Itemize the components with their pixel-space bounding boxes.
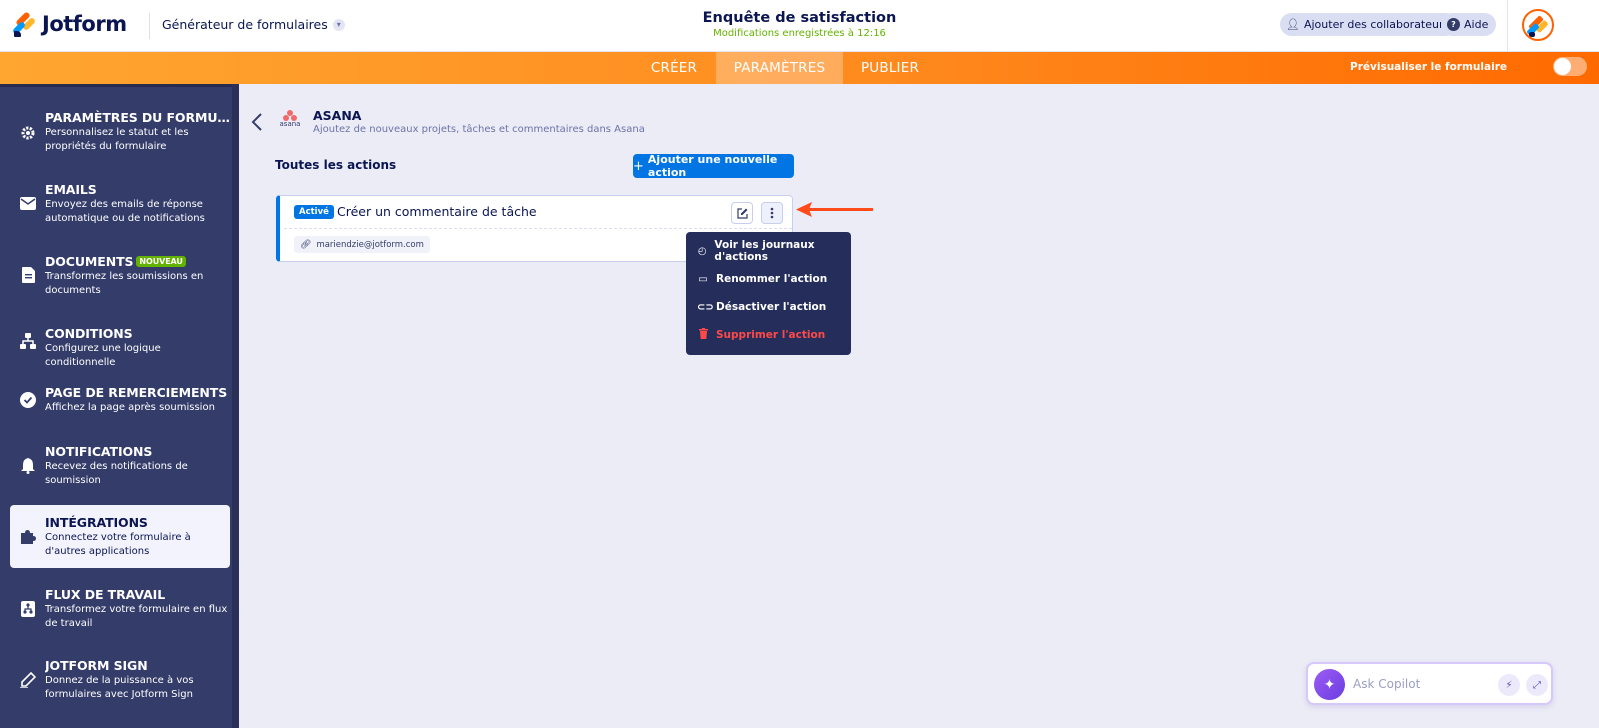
- trash-icon: [697, 328, 709, 342]
- avatar[interactable]: [1522, 9, 1554, 41]
- rename-icon: ▭: [698, 273, 708, 285]
- builder-nav: CRÉER PARAMÈTRES PUBLIER Prévisualiser l…: [0, 52, 1599, 84]
- tab-publish[interactable]: PUBLIER: [843, 52, 937, 84]
- asana-logo: asana: [277, 110, 303, 132]
- sidebar-item-desc: Donnez de la puissance à vos formulaires…: [45, 675, 194, 700]
- link-icon: 🔗︎: [300, 239, 312, 250]
- kebab-menu-icon: [770, 207, 774, 219]
- sparkle-icon: ✦: [1314, 669, 1345, 700]
- sidebar-item-desc: Affichez la page après soumission: [45, 402, 215, 413]
- user-icon: 👤︎: [1286, 18, 1300, 31]
- expand-icon[interactable]: ⤢: [1526, 674, 1548, 696]
- menu-item-rename[interactable]: ▭ Renommer l'action: [686, 265, 851, 293]
- account-chip: 🔗︎ mariendzie@jotform.com: [294, 236, 430, 253]
- add-collaborators-label: Ajouter des collaborateurs: [1303, 18, 1450, 31]
- sidebar-item-form-settings[interactable]: PARAMÈTRES DU FORMULAI... Personnalisez …: [10, 102, 231, 160]
- sidebar-item-integrations[interactable]: INTÉGRATIONS Connectez votre formulaire …: [10, 505, 230, 568]
- copilot-input[interactable]: Ask Copilot: [1353, 677, 1420, 691]
- divider: [284, 228, 792, 229]
- help-label: Aide: [1464, 18, 1489, 31]
- action-title: Créer un commentaire de tâche: [337, 204, 537, 219]
- sidebar-item-title: FLUX DE TRAVAIL: [45, 587, 166, 602]
- add-collaborators-button[interactable]: 👤︎ Ajouter des collaborateurs: [1280, 13, 1458, 36]
- sidebar-item-desc: Personnalisez le statut et les propriété…: [45, 127, 189, 152]
- integration-name: ASANA: [313, 108, 362, 123]
- sidebar-item-documents[interactable]: DOCUMENTS NOUVEAU Transformez les soumiss…: [10, 246, 230, 304]
- sidebar-item-title: EMAILS: [45, 182, 97, 197]
- menu-item-label: Désactiver l'action: [716, 301, 827, 313]
- puzzle-icon: [19, 528, 37, 546]
- sidebar-item-jotform-sign[interactable]: JOTFORM SIGN Donnez de la puissance à vo…: [10, 650, 230, 708]
- sidebar-item-thank-you[interactable]: PAGE DE REMERCIEMENTS Affichez la page a…: [10, 377, 230, 421]
- sidebar-item-desc: Transformez votre formulaire en flux de …: [45, 604, 228, 629]
- check-circle-icon: [19, 391, 37, 409]
- action-context-menu: ◴ Voir les journaux d'actions ▭ Renommer…: [686, 232, 851, 355]
- tab-settings[interactable]: PARAMÈTRES: [716, 52, 843, 84]
- sidebar-item-desc: Recevez des notifications de soumission: [45, 461, 188, 486]
- gear-icon: [19, 124, 37, 142]
- sidebar-item-title: PARAMÈTRES DU FORMULAI...: [45, 110, 231, 125]
- sidebar-scrollbar[interactable]: [232, 84, 239, 728]
- sidebar-item-title: DOCUMENTS: [45, 254, 134, 269]
- sidebar-item-desc: Connectez votre formulaire à d'autres ap…: [45, 532, 191, 557]
- document-icon: [19, 266, 37, 284]
- plus-icon: +: [633, 158, 644, 174]
- sidebar-item-desc: Envoyez des emails de réponse automatiqu…: [45, 199, 205, 224]
- account-email: mariendzie@jotform.com: [316, 239, 424, 250]
- menu-item-delete[interactable]: Supprimer l'action: [686, 321, 851, 349]
- sidebar-item-title: INTÉGRATIONS: [45, 515, 148, 530]
- toggle-icon: ⊂⊃: [697, 301, 714, 313]
- back-button[interactable]: [251, 112, 265, 134]
- edit-icon: [736, 207, 748, 219]
- menu-item-disable[interactable]: ⊂⊃ Désactiver l'action: [686, 293, 851, 321]
- sidebar-item-title: NOTIFICATIONS: [45, 444, 153, 459]
- new-badge: NOUVEAU: [136, 256, 186, 267]
- more-options-button[interactable]: [761, 202, 783, 224]
- chevron-left-icon: [251, 113, 262, 131]
- sidebar-item-conditions[interactable]: CONDITIONS Configurez une logique condit…: [10, 318, 230, 368]
- help-button[interactable]: ? Aide: [1441, 13, 1497, 36]
- menu-item-label: Supprimer l'action: [716, 329, 826, 341]
- sidebar-item-title: JOTFORM SIGN: [45, 658, 148, 673]
- menu-item-label: Renommer l'action: [716, 273, 828, 285]
- top-bar: Jotform Générateur de formulaires ▾ Enqu…: [0, 0, 1599, 52]
- menu-item-label: Voir les journaux d'actions: [714, 239, 815, 263]
- question-icon: ?: [1447, 18, 1460, 31]
- history-icon: ◴: [697, 245, 707, 257]
- sidebar-item-workflow[interactable]: FLUX DE TRAVAIL Transformez votre formul…: [10, 579, 230, 637]
- pen-icon: [19, 671, 37, 689]
- copilot-bar[interactable]: ✦ Ask Copilot ⚡︎ ⤢: [1306, 662, 1553, 705]
- menu-item-view-logs[interactable]: ◴ Voir les journaux d'actions: [686, 237, 851, 265]
- workflow-icon: [19, 600, 37, 618]
- sidebar-item-title: PAGE DE REMERCIEMENTS: [45, 385, 228, 400]
- preview-toggle[interactable]: [1553, 57, 1587, 76]
- status-badge: Activé: [294, 205, 334, 219]
- divider: [1507, 0, 1508, 52]
- tab-create[interactable]: CRÉER: [632, 52, 716, 84]
- actions-heading: Toutes les actions: [275, 158, 397, 172]
- add-action-button[interactable]: + Ajouter une nouvelle action: [633, 153, 794, 179]
- sidebar-item-notifications[interactable]: NOTIFICATIONS Recevez des notifications …: [10, 436, 230, 494]
- bell-icon: [19, 457, 37, 475]
- flow-icon: [19, 332, 37, 350]
- sidebar-item-desc: Transformez les soumissions en documents: [45, 271, 204, 296]
- sidebar-item-emails[interactable]: EMAILS Envoyez des emails de réponse aut…: [10, 174, 230, 232]
- settings-sidebar: PARAMÈTRES DU FORMULAI... Personnalisez …: [0, 84, 239, 728]
- sidebar-shadow: [0, 84, 239, 87]
- envelope-icon: [19, 194, 37, 212]
- toggle-knob: [1554, 58, 1571, 75]
- add-action-label: Ajouter une nouvelle action: [647, 153, 778, 179]
- integration-description: Ajoutez de nouveaux projets, tâches et c…: [313, 124, 645, 135]
- annotation-arrow: [796, 202, 873, 217]
- asana-logo-text: asana: [279, 120, 301, 128]
- sidebar-item-desc: Configurez une logique conditionnelle: [45, 343, 161, 368]
- sidebar-item-title: CONDITIONS: [45, 326, 133, 341]
- edit-action-button[interactable]: [731, 202, 753, 224]
- preview-label: Prévisualiser le formulaire: [1350, 61, 1507, 73]
- lightning-icon[interactable]: ⚡︎: [1498, 674, 1520, 696]
